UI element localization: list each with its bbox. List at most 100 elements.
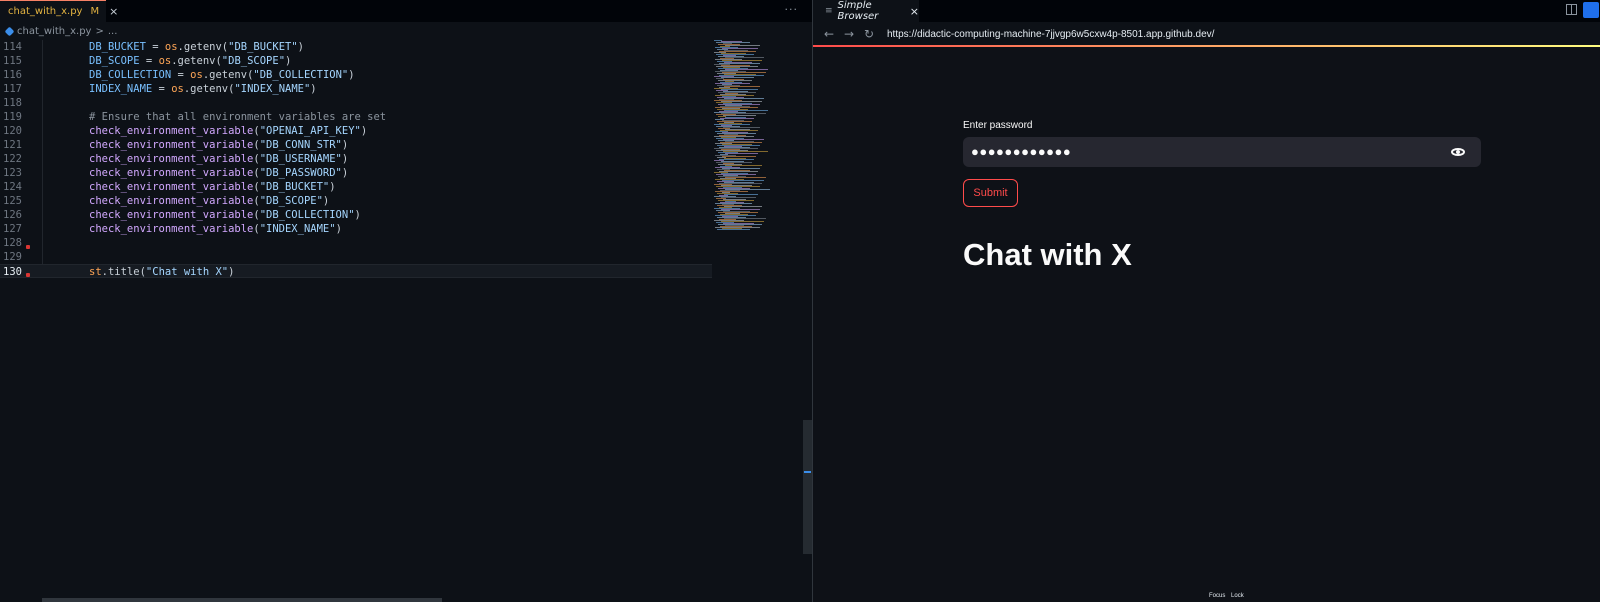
code-token: check_environment_variable [89,167,254,179]
app-decoration-line [813,45,1600,47]
code-text: DB_SCOPE = os.getenv("DB_SCOPE") [89,54,291,68]
code-token: ) [348,69,355,81]
line-number: 124 [3,181,22,193]
password-label: Enter password [963,120,1033,131]
code-text: check_environment_variable("DB_USERNAME"… [89,152,348,166]
code-token: "DB_SCOPE" [221,55,286,67]
vertical-scrollbar[interactable] [803,420,812,554]
breadcrumb-symbol[interactable]: ... [108,26,118,37]
code-line[interactable]: 124 check_environment_variable("DB_BUCKET… [0,180,712,194]
code-line[interactable]: 125 check_environment_variable("DB_SCOPE"… [0,194,712,208]
forward-button[interactable]: → [843,27,855,41]
line-number: 114 [3,41,22,53]
python-file-icon [0,8,8,15]
modified-indicator: M [90,6,100,17]
password-input[interactable]: ●●●●●●●●●●●● [963,137,1481,167]
minimap-line [721,197,756,198]
code-token: .title( [101,266,146,278]
diff-marker [26,245,30,249]
code-token: ) [341,167,349,179]
minimap-line [723,115,756,116]
tab-chat-with-x[interactable]: chat_with_x.py M × [0,0,118,22]
tab-close-button[interactable]: × [910,5,919,18]
code-token: os [158,55,172,67]
code-token: = [177,69,191,81]
code-line[interactable]: 128 [0,236,712,250]
code-line[interactable]: 121 check_environment_variable("DB_CONN_S… [0,138,712,152]
code-token: check_environment_variable [89,125,254,137]
code-line[interactable]: 114 DB_BUCKET = os.getenv("DB_BUCKET") [0,40,712,54]
code-token: "DB_SCOPE" [259,195,323,207]
more-actions-button[interactable]: ··· [785,3,799,16]
url-input[interactable]: https://didactic-computing-machine-7jjvg… [887,29,1214,40]
code-token: ) [354,209,361,221]
code-token: = [152,41,165,53]
line-number: 121 [3,139,22,151]
code-line[interactable]: 127 check_environment_variable("INDEX_NAM… [0,222,712,236]
code-token: "DB_COLLECTION" [253,69,349,81]
code-token: ) [341,139,349,151]
code-token: "DB_CONN_STR" [259,139,342,151]
minimap-line [718,80,752,81]
eye-icon[interactable] [1451,148,1465,156]
code-token: ) [335,223,342,235]
code-token: check_environment_variable [89,223,254,235]
code-text: st.title("Chat with X") [89,265,234,279]
code-line[interactable]: 118 [0,96,712,110]
code-token: "DB_COLLECTION" [259,209,355,221]
code-token: INDEX_NAME [89,83,153,95]
code-token: ) [322,195,330,207]
code-line[interactable]: 119 # Ensure that all environment variabl… [0,110,712,124]
minimap-line [718,200,754,201]
code-line[interactable]: 123 check_environment_variable("DB_PASSWO… [0,166,712,180]
horizontal-scrollbar[interactable] [42,598,442,602]
minimap[interactable] [712,40,807,560]
minimap-line [717,121,752,122]
code-line[interactable]: 116 DB_COLLECTION = os.getenv("DB_COLLECT… [0,68,712,82]
code-token: DB_COLLECTION [89,69,172,81]
submit-button[interactable]: Submit [963,179,1018,207]
minimap-line [724,194,758,195]
minimap-line [725,153,758,154]
browser-tab-bar: ≡ Simple Browser × [813,0,1600,22]
code-area[interactable]: 114 DB_BUCKET = os.getenv("DB_BUCKET") 115… [0,40,712,600]
code-line[interactable]: 117 INDEX_NAME = os.getenv("INDEX_NAME") [0,82,712,96]
code-token: ) [310,83,317,95]
code-token: DB_BUCKET [89,41,146,53]
code-text: DB_COLLECTION = os.getenv("DB_COLLECTION… [89,68,355,82]
tab-simple-browser[interactable]: ≡ Simple Browser × [813,0,919,22]
code-token: check_environment_variable [89,181,254,193]
lock-icon[interactable] [1583,2,1599,18]
code-text: check_environment_variable("DB_CONN_STR"… [89,138,348,152]
code-line[interactable]: 122 check_environment_variable("DB_USERNA… [0,152,712,166]
code-token: os [190,69,203,81]
browser-nav-bar: ← → ↻ https://didactic-computing-machine… [813,22,1600,46]
minimap-line [715,191,748,192]
line-number: 116 [3,69,22,81]
line-number: 122 [3,153,22,165]
split-editor-icon[interactable] [1566,4,1577,15]
back-button[interactable]: ← [823,27,835,41]
minimap-line [717,229,750,230]
minimap-line [715,83,750,84]
code-token: = [145,55,159,67]
code-line[interactable]: 126 check_environment_variable("DB_COLLEC… [0,208,712,222]
tab-close-button[interactable]: × [109,5,118,18]
breadcrumb-file[interactable]: chat_with_x.py [17,26,91,37]
code-editor[interactable]: chat_with_x.py M × ··· chat_with_x.py > … [0,0,812,602]
code-line[interactable]: 129 [0,250,712,264]
minimap-line [719,159,754,160]
code-line[interactable]: 130 st.title("Chat with X") [0,264,712,278]
minimap-line [722,156,756,157]
code-text: check_environment_variable("OPENAI_API_K… [89,124,367,138]
focus-lock-indicator: Focus Lock [1209,593,1248,599]
code-text: # Ensure that all environment variables … [89,110,386,124]
reload-button[interactable]: ↻ [863,27,875,41]
code-line[interactable]: 115 DB_SCOPE = os.getenv("DB_SCOPE") [0,54,712,68]
code-line[interactable]: 120 check_environment_variable("OPENAI_AP… [0,124,712,138]
code-token: "INDEX_NAME" [234,83,311,95]
line-number: 123 [3,167,22,179]
line-number: 127 [3,223,22,235]
page-title: Chat with X [963,237,1132,272]
editor-tab-bar: chat_with_x.py M × ··· [0,0,812,22]
